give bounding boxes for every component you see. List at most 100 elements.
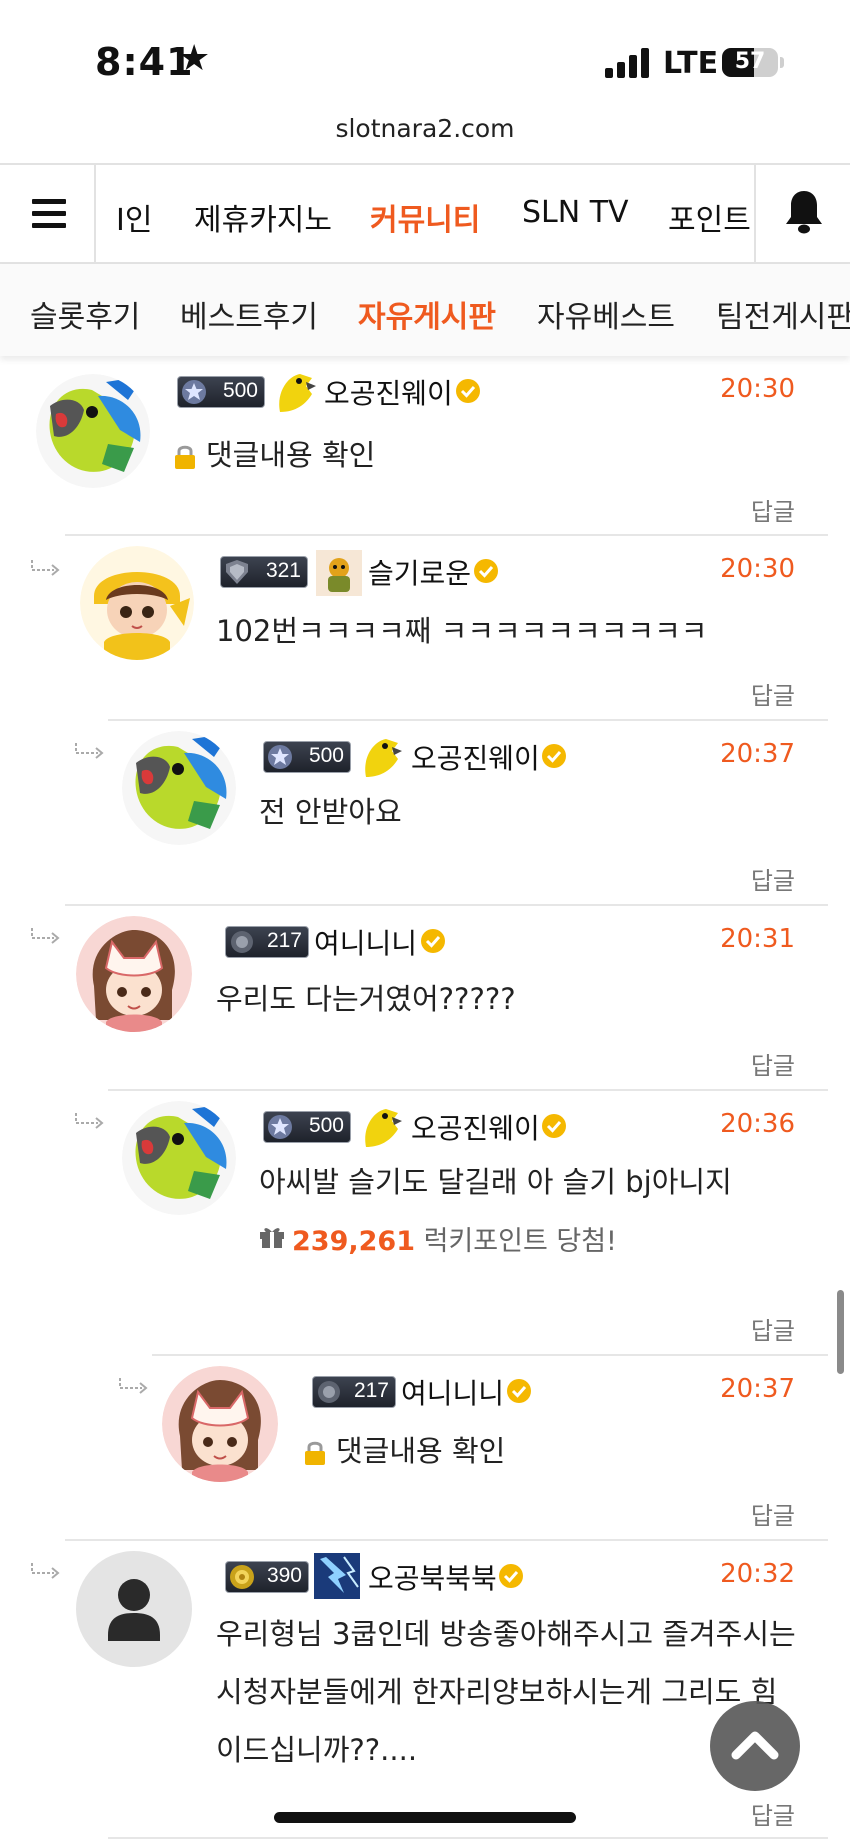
level-emblem-icon <box>226 560 248 584</box>
subnav-item-slot-review[interactable]: 슬롯후기 <box>30 292 140 336</box>
comment-author[interactable]: 슬기로운 <box>368 552 471 592</box>
avatar[interactable] <box>162 1366 278 1482</box>
subnav-item-free-best[interactable]: 자유베스트 <box>537 292 675 336</box>
comment-time: 20:32 <box>720 1559 795 1589</box>
comment-text: 댓글내용 확인 <box>336 1434 506 1468</box>
level-number: 390 <box>266 1564 302 1587</box>
reply-button[interactable]: 답글 <box>751 861 795 896</box>
reply-button[interactable]: 답글 <box>751 1796 795 1831</box>
level-badge: 390 <box>225 1561 309 1593</box>
divider <box>108 1837 828 1839</box>
comment-author[interactable]: 여니니니 <box>314 922 417 962</box>
battery-tip <box>780 57 784 68</box>
comment-text-line: 이드십니까??.... <box>216 1733 418 1767</box>
scroll-to-top-button[interactable] <box>710 1701 800 1791</box>
comment-time: 20:37 <box>720 1374 795 1404</box>
sub-nav: 슬롯후기 베스트후기 자유게시판 자유베스트 팀전게시판 <box>0 264 850 356</box>
hamburger-icon-line <box>32 223 66 228</box>
reply-arrow-icon <box>75 1113 104 1129</box>
girl-avatar-icon <box>80 546 194 660</box>
reply-arrow-icon <box>75 743 104 759</box>
gift-icon <box>260 1228 284 1248</box>
comment-time: 20:31 <box>720 924 795 954</box>
address-bar-url[interactable]: slotnara2.com <box>0 114 850 143</box>
verified-check-icon <box>542 744 566 768</box>
comment-author[interactable]: 여니니니 <box>401 1372 504 1412</box>
level-number: 321 <box>265 559 301 582</box>
lucky-point-label: 럭키포인트 당첨! <box>423 1226 617 1257</box>
parrot-avatar-icon <box>122 1101 236 1215</box>
verified-check-icon <box>474 559 498 583</box>
parrot-avatar-icon <box>122 731 236 845</box>
comment-author[interactable]: 오공진웨이 <box>411 737 540 777</box>
comment-author[interactable]: 오공진웨이 <box>411 1107 540 1147</box>
character-rank-icon <box>316 550 362 596</box>
reply-arrow-icon <box>119 1378 148 1394</box>
lock-icon <box>175 445 195 469</box>
subnav-item-free-board[interactable]: 자유게시판 <box>358 292 496 336</box>
reply-button[interactable]: 답글 <box>751 1046 795 1081</box>
comment-item: 321 슬기로운 20:30 102번ㅋㅋㅋㅋ째 ㅋㅋㅋㅋㅋㅋㅋㅋㅋㅋ 답글 <box>0 536 850 721</box>
main-nav-scroll[interactable]: I인 제휴카지노 커뮤니티 SLN TV 포인트 <box>98 165 753 262</box>
level-emblem-icon <box>318 1381 340 1403</box>
chevron-up-icon <box>731 1731 779 1760</box>
level-badge: 217 <box>312 1376 396 1408</box>
comment-author[interactable]: 오공북북북 <box>368 1557 497 1597</box>
main-nav: I인 제휴카지노 커뮤니티 SLN TV 포인트 <box>0 163 850 264</box>
verified-check-icon <box>542 1114 566 1138</box>
level-badge: 500 <box>263 1111 351 1143</box>
avatar[interactable] <box>36 374 150 488</box>
nav-item-point[interactable]: 포인트 <box>668 195 751 239</box>
reply-arrow-icon <box>31 1563 60 1579</box>
comment-list: 500 오공진웨이 20:30 댓글내용 확인 답글 321 슬기로운 20:3… <box>0 356 850 1843</box>
subnav-item-team-board[interactable]: 팀전게시판 <box>716 292 850 336</box>
level-number: 500 <box>222 379 258 402</box>
nav-item-community[interactable]: 커뮤니티 <box>370 195 480 239</box>
reply-button[interactable]: 답글 <box>751 676 795 711</box>
lucky-point-notice: 239,261 럭키포인트 당첨! <box>292 1219 617 1258</box>
reply-button[interactable]: 답글 <box>751 1311 795 1346</box>
network-type: LTE <box>663 46 719 81</box>
nav-item-sln-tv[interactable]: SLN TV <box>522 195 629 230</box>
avatar[interactable] <box>122 731 236 845</box>
page-scrollbar[interactable] <box>837 1290 844 1374</box>
avatar[interactable] <box>80 546 194 660</box>
star-icon: ★ <box>178 38 211 79</box>
avatar[interactable] <box>76 916 192 1032</box>
comment-author[interactable]: 오공진웨이 <box>324 372 453 412</box>
notification-button[interactable] <box>754 165 850 262</box>
nav-item-login[interactable]: I인 <box>116 195 152 239</box>
comment-text: 우리도 다는거였어????? <box>216 982 516 1016</box>
lightning-rank-icon <box>314 1553 360 1599</box>
avatar[interactable] <box>76 1551 192 1667</box>
subnav-item-best-review[interactable]: 베스트후기 <box>180 292 318 336</box>
comment-item: 217 여니니니 20:31 우리도 다는거였어????? 답글 <box>0 906 850 1091</box>
reply-arrow-icon <box>31 928 60 944</box>
nav-item-partner-casino[interactable]: 제휴카지노 <box>194 195 332 239</box>
parrot-rank-icon <box>365 739 402 777</box>
avatar[interactable] <box>122 1101 236 1215</box>
comment-text: 전 안받아요 <box>259 795 402 829</box>
parrot-avatar-icon <box>36 374 150 488</box>
hamburger-icon <box>32 199 66 204</box>
bell-icon <box>786 191 822 234</box>
level-badge: 321 <box>220 556 308 588</box>
lucky-point-amount: 239,261 <box>292 1226 415 1257</box>
reply-button[interactable]: 답글 <box>751 1496 795 1531</box>
comment-time: 20:30 <box>720 374 795 404</box>
lock-icon <box>305 1441 325 1465</box>
reply-button[interactable]: 답글 <box>751 492 795 527</box>
level-number: 217 <box>266 929 302 952</box>
fox-mask-girl-avatar-icon <box>162 1366 278 1482</box>
comment-text-line: 시청자분들에게 한자리양보하시는게 그리도 힘 <box>216 1675 778 1709</box>
comment-text-line: 우리형님 3쿱인데 방송좋아해주시고 즐겨주시는 <box>216 1617 796 1651</box>
comment-time: 20:30 <box>720 554 795 584</box>
comment-time: 20:37 <box>720 739 795 769</box>
home-indicator[interactable] <box>274 1812 576 1823</box>
level-badge: 500 <box>263 741 351 773</box>
default-user-icon <box>108 1579 160 1641</box>
comment-text: 아씨발 슬기도 달길래 아 슬기 bj아니지 <box>259 1165 732 1199</box>
comment-text: 댓글내용 확인 <box>206 438 376 472</box>
status-bar: 8:41 ★ LTE 57 <box>0 0 850 110</box>
menu-button[interactable] <box>0 165 96 262</box>
